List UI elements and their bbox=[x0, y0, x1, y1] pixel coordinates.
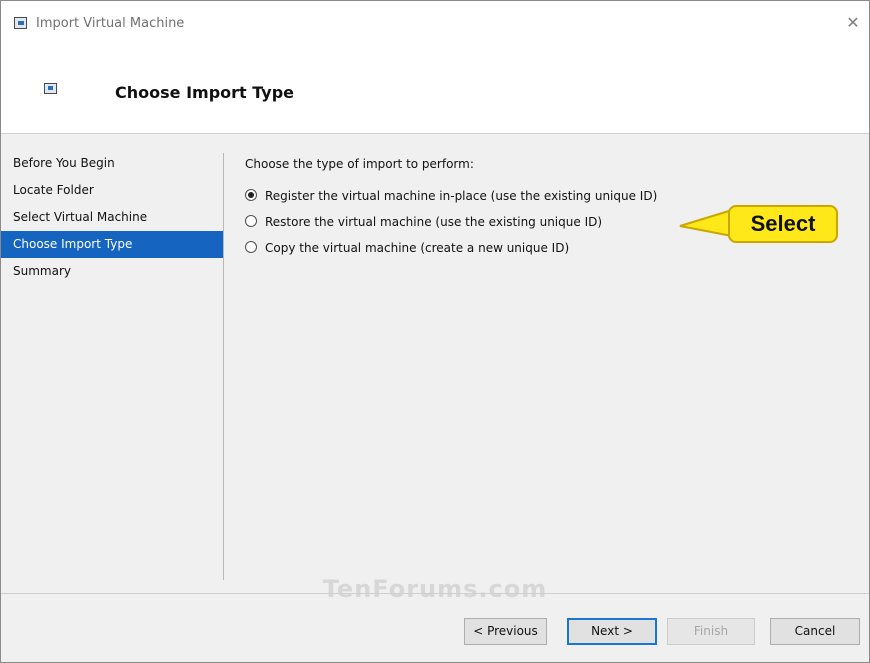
radio-restore[interactable] bbox=[245, 215, 257, 227]
option-register-label: Register the virtual machine in-place (u… bbox=[265, 189, 658, 203]
import-wizard-window: Import Virtual Machine ✕ Choose Import T… bbox=[0, 0, 870, 663]
watermark: TenForums.com bbox=[322, 575, 548, 603]
step-summary[interactable]: Summary bbox=[1, 258, 223, 285]
virtual-machine-icon bbox=[14, 17, 27, 29]
next-button[interactable]: Next > bbox=[567, 618, 657, 645]
wizard-steps-sidebar: Before You Begin Locate Folder Select Vi… bbox=[1, 150, 223, 285]
option-copy-label: Copy the virtual machine (create a new u… bbox=[265, 241, 570, 255]
import-type-prompt: Choose the type of import to perform: bbox=[245, 157, 474, 171]
title-bar: Import Virtual Machine ✕ bbox=[1, 1, 869, 49]
callout-label: Select bbox=[728, 205, 838, 243]
finish-button[interactable]: Finish bbox=[667, 618, 755, 645]
wizard-header: Choose Import Type bbox=[1, 49, 869, 134]
window-title: Import Virtual Machine bbox=[36, 16, 185, 31]
step-choose-import-type[interactable]: Choose Import Type bbox=[1, 231, 223, 258]
select-callout: Select bbox=[676, 193, 848, 253]
option-restore[interactable]: Restore the virtual machine (use the exi… bbox=[245, 209, 657, 235]
cancel-button[interactable]: Cancel bbox=[770, 618, 860, 645]
step-locate-folder[interactable]: Locate Folder bbox=[1, 177, 223, 204]
close-icon: ✕ bbox=[846, 13, 860, 32]
option-register-in-place[interactable]: Register the virtual machine in-place (u… bbox=[245, 183, 657, 209]
option-restore-label: Restore the virtual machine (use the exi… bbox=[265, 215, 603, 229]
callout-pointer-icon bbox=[679, 208, 733, 238]
sidebar-divider bbox=[223, 153, 224, 580]
step-select-virtual-machine[interactable]: Select Virtual Machine bbox=[1, 204, 223, 231]
import-icon bbox=[44, 83, 57, 94]
page-title: Choose Import Type bbox=[115, 83, 294, 102]
radio-register-in-place[interactable] bbox=[245, 189, 257, 201]
import-type-panel: Choose the type of import to perform: Re… bbox=[245, 157, 657, 261]
option-copy[interactable]: Copy the virtual machine (create a new u… bbox=[245, 235, 657, 261]
footer-divider bbox=[1, 593, 869, 594]
close-button[interactable]: ✕ bbox=[837, 9, 869, 37]
radio-copy[interactable] bbox=[245, 241, 257, 253]
previous-button[interactable]: < Previous bbox=[464, 618, 547, 645]
step-before-you-begin[interactable]: Before You Begin bbox=[1, 150, 223, 177]
